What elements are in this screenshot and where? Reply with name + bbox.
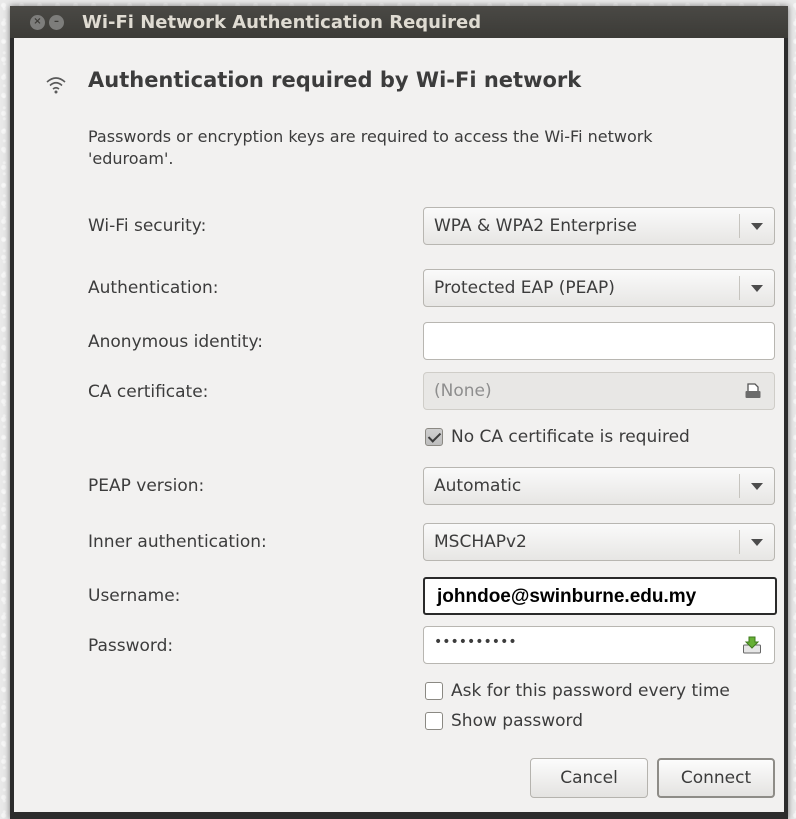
chevron-down-icon bbox=[751, 483, 763, 490]
anonymous-identity-label: Anonymous identity: bbox=[88, 332, 263, 352]
password-label: Password: bbox=[88, 636, 174, 656]
username-value: johndoe@swinburne.edu.my bbox=[437, 586, 697, 607]
chevron-down-icon bbox=[751, 223, 763, 230]
password-input[interactable]: •••••••••• bbox=[423, 626, 775, 664]
username-label: Username: bbox=[88, 586, 181, 606]
combo-separator bbox=[739, 276, 740, 300]
combo-separator bbox=[739, 214, 740, 238]
chevron-down-icon bbox=[751, 285, 763, 292]
inner-authentication-value: MSCHAPv2 bbox=[434, 532, 527, 552]
dialog-heading: Authentication required by Wi-Fi network bbox=[88, 68, 582, 92]
window-title: Wi-Fi Network Authentication Required bbox=[82, 11, 482, 33]
checkbox-checked-icon[interactable] bbox=[425, 428, 443, 446]
close-icon[interactable]: × bbox=[30, 14, 45, 30]
show-password-label: Show password bbox=[451, 711, 583, 731]
ca-certificate-label: CA certificate: bbox=[88, 382, 209, 402]
username-input[interactable]: johndoe@swinburne.edu.my bbox=[423, 577, 777, 615]
wifi-security-label: Wi-Fi security: bbox=[88, 216, 207, 236]
dialog-body: Authentication required by Wi-Fi network… bbox=[14, 38, 784, 812]
title-bar: × – Wi-Fi Network Authentication Require… bbox=[10, 6, 788, 38]
no-ca-required-checkbox[interactable]: No CA certificate is required bbox=[425, 427, 690, 447]
peap-version-value: Automatic bbox=[434, 476, 522, 496]
wifi-security-value: WPA & WPA2 Enterprise bbox=[434, 216, 637, 236]
password-value: •••••••••• bbox=[434, 634, 517, 650]
show-password-checkbox[interactable]: Show password bbox=[425, 711, 583, 731]
authentication-combo[interactable]: Protected EAP (PEAP) bbox=[423, 269, 775, 307]
chevron-down-icon bbox=[751, 539, 763, 546]
authentication-label: Authentication: bbox=[88, 278, 219, 298]
connect-button[interactable]: Connect bbox=[657, 758, 775, 798]
minimize-icon[interactable]: – bbox=[49, 14, 64, 30]
wifi-icon bbox=[46, 77, 66, 94]
checkbox-icon[interactable] bbox=[425, 712, 443, 730]
ca-certificate-chooser[interactable]: (None) bbox=[423, 372, 775, 410]
ask-password-checkbox[interactable]: Ask for this password every time bbox=[425, 681, 730, 701]
combo-separator bbox=[739, 474, 740, 498]
cancel-button[interactable]: Cancel bbox=[530, 758, 648, 798]
authentication-value: Protected EAP (PEAP) bbox=[434, 278, 615, 298]
peap-version-combo[interactable]: Automatic bbox=[423, 467, 775, 505]
wifi-security-combo[interactable]: WPA & WPA2 Enterprise bbox=[423, 207, 775, 245]
inner-authentication-label: Inner authentication: bbox=[88, 532, 267, 552]
peap-version-label: PEAP version: bbox=[88, 476, 205, 496]
combo-separator bbox=[739, 530, 740, 554]
no-ca-required-label: No CA certificate is required bbox=[451, 427, 690, 447]
ask-password-label: Ask for this password every time bbox=[451, 681, 730, 701]
ca-certificate-value: (None) bbox=[434, 381, 492, 401]
checkbox-icon[interactable] bbox=[425, 682, 443, 700]
auth-dialog-window: × – Wi-Fi Network Authentication Require… bbox=[10, 6, 788, 819]
document-icon bbox=[745, 383, 761, 398]
anonymous-identity-input[interactable] bbox=[423, 322, 775, 360]
inner-authentication-combo[interactable]: MSCHAPv2 bbox=[423, 523, 775, 561]
key-icon[interactable] bbox=[742, 635, 762, 655]
dialog-description: Passwords or encryption keys are require… bbox=[88, 127, 653, 168]
